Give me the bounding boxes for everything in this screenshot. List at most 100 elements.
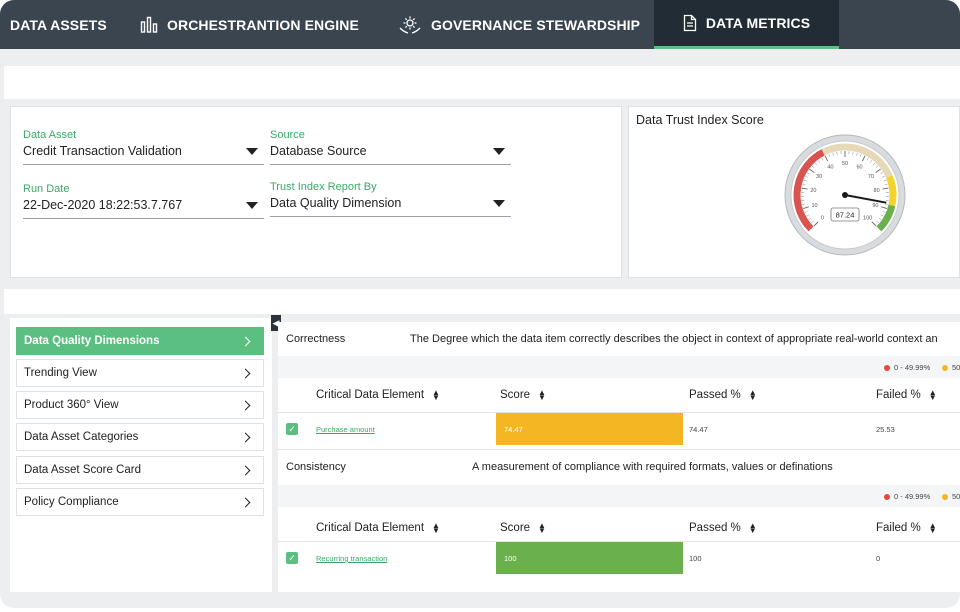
caret-down-icon — [493, 199, 505, 207]
legend-item: 0 - 49.99% — [884, 492, 930, 501]
menu-item-data-quality-dimensions[interactable]: Data Quality Dimensions — [16, 327, 264, 355]
document-icon — [683, 14, 697, 32]
section-description: The Degree which the data item correctly… — [410, 333, 938, 345]
select-value: Data Quality Dimension — [270, 196, 402, 210]
table-row: ✓ Purchase amount 74.47 74.47 25.53 — [278, 412, 960, 445]
gauge-tick-label: 70 — [868, 174, 874, 180]
tab-label: GOVERNANCE STEWARDSHIP — [431, 16, 641, 33]
section-header: Consistency A measurement of compliance … — [278, 449, 960, 483]
report-by-select[interactable]: Data Quality Dimension — [270, 195, 511, 217]
menu-item-data-asset-score-card[interactable]: Data Asset Score Card — [16, 456, 264, 484]
menu-item-data-asset-categories[interactable]: Data Asset Categories — [16, 423, 264, 451]
column-label: Score — [500, 389, 531, 401]
select-value: Credit Transaction Validation — [23, 144, 182, 158]
select-value: Database Source — [270, 144, 367, 158]
gauge-tick-label: 50 — [842, 161, 848, 167]
app-frame: DATA ASSETS ORCHESTRANTION ENGINE GOVERN… — [0, 0, 960, 608]
filters-panel: Data Asset Credit Transaction Validation… — [10, 106, 622, 278]
source-select[interactable]: Database Source — [270, 143, 511, 165]
data-asset-select[interactable]: Credit Transaction Validation — [23, 143, 264, 165]
sort-icon: ▲ ▼ — [432, 521, 440, 535]
menu-item-label: Data Asset Categories — [24, 431, 139, 443]
sort-icon: ▲ ▼ — [928, 388, 937, 402]
menu-item-label: Trending View — [24, 367, 97, 379]
gauge-tick-label: 80 — [874, 188, 880, 194]
data-asset-field: Data Asset Credit Transaction Validation — [23, 129, 264, 165]
column-label: Failed % — [876, 522, 921, 534]
field-label: Data Asset — [23, 129, 77, 141]
gauge-tick-label: 30 — [816, 174, 822, 180]
menu-item-product-360-view[interactable]: Product 360° View — [16, 391, 264, 419]
source-field: Source Database Source — [270, 129, 511, 165]
section-strip — [4, 289, 960, 314]
chevron-right-icon — [240, 368, 251, 378]
trust-index-panel: Data Trust Index Score 0 10 20 30 40 50 60 70 80… — [628, 106, 960, 278]
menu-item-label: Product 360° View — [24, 399, 119, 411]
legend-label: 0 - 49.99% — [894, 363, 931, 372]
passed-value: 74.47 — [689, 425, 708, 434]
column-header-element[interactable]: Critical Data Element ▲ ▼ — [316, 388, 440, 402]
caret-down-icon — [246, 201, 258, 209]
top-nav: DATA ASSETS ORCHESTRANTION ENGINE GOVERN… — [0, 0, 960, 49]
gauge-tick-label: 0 — [821, 216, 824, 222]
element-link[interactable]: Recurring transaction — [316, 554, 387, 563]
tab-label: ORCHESTRANTION ENGINE — [167, 16, 359, 33]
column-header-failed[interactable]: Failed % ▲ ▼ — [876, 388, 937, 402]
gauge-tick-label: 40 — [827, 164, 833, 170]
column-label: Critical Data Element — [316, 389, 425, 401]
score-legend: 0 - 49.99% 50 — [278, 485, 960, 507]
column-label: Passed % — [689, 522, 741, 534]
column-label: Critical Data Element — [316, 522, 425, 534]
column-label: Score — [500, 522, 531, 534]
column-header-passed[interactable]: Passed % ▲ ▼ — [689, 521, 757, 535]
tab-data-metrics[interactable]: DATA METRICS — [654, 0, 839, 49]
score-value: 74.47 — [504, 424, 523, 434]
sort-icon: ▲ ▼ — [928, 521, 937, 535]
dimensions-content: Correctness The Degree which the data it… — [278, 322, 960, 592]
column-header-failed[interactable]: Failed % ▲ ▼ — [876, 521, 937, 535]
tab-governance-stewardship[interactable]: GOVERNANCE STEWARDSHIP — [398, 0, 654, 49]
sort-icon: ▲ ▼ — [432, 388, 440, 402]
gauge-value: 87.24 — [836, 211, 855, 220]
sort-icon: ▲ ▼ — [538, 388, 546, 402]
chevron-right-icon — [240, 465, 251, 475]
menu-item-trending-view[interactable]: Trending View — [16, 359, 264, 387]
gauge-tick-label: 60 — [856, 164, 862, 170]
field-label: Trust Index Report By — [270, 181, 377, 193]
column-label: Passed % — [689, 389, 741, 401]
sort-icon: ▲ ▼ — [748, 521, 757, 535]
column-header-element[interactable]: Critical Data Element ▲ ▼ — [316, 521, 440, 535]
row-checkbox[interactable]: ✓ — [286, 423, 298, 435]
report-by-field: Trust Index Report By Data Quality Dimen… — [270, 181, 511, 217]
toolbar-strip — [4, 66, 960, 99]
tab-orchestration-engine[interactable]: ORCHESTRANTION ENGINE — [140, 0, 398, 49]
column-header-score[interactable]: Score ▲ ▼ — [500, 388, 546, 402]
chevron-right-icon — [240, 432, 251, 442]
legend-item: 50 — [942, 363, 960, 372]
bar-chart-icon — [140, 16, 158, 34]
gauge-hub — [842, 192, 848, 198]
section-description: A measurement of compliance with require… — [472, 460, 833, 473]
field-label: Run Date — [23, 183, 70, 195]
legend-dot — [942, 493, 948, 500]
column-header-passed[interactable]: Passed % ▲ ▼ — [689, 389, 757, 402]
table-header: Critical Data Element ▲ ▼ Score ▲ ▼ Passed %… — [278, 378, 960, 413]
side-menu: Data Quality Dimensions Trending View Pr… — [10, 318, 272, 592]
score-cell: 100 — [496, 542, 683, 574]
tab-label: DATA ASSETS — [10, 16, 107, 33]
caret-down-icon — [246, 147, 258, 155]
legend-label: 50 — [952, 363, 960, 372]
gauge-tick-label: 10 — [812, 203, 818, 209]
failed-value: 25.53 — [876, 425, 895, 434]
menu-item-policy-compliance[interactable]: Policy Compliance — [16, 488, 264, 516]
legend-item: 50 — [942, 492, 960, 501]
tab-data-assets[interactable]: DATA ASSETS — [0, 0, 140, 49]
run-date-select[interactable]: 22-Dec-2020 18:22:53.7.767 — [23, 197, 264, 219]
legend-dot — [942, 364, 948, 371]
element-link[interactable]: Purchase amount — [316, 425, 375, 434]
field-label: Source — [270, 129, 305, 141]
column-header-score[interactable]: Score ▲ ▼ — [500, 522, 546, 535]
row-checkbox[interactable]: ✓ — [286, 552, 298, 564]
legend-label: 0 - 49.99% — [894, 492, 931, 501]
passed-value: 100 — [689, 554, 702, 563]
